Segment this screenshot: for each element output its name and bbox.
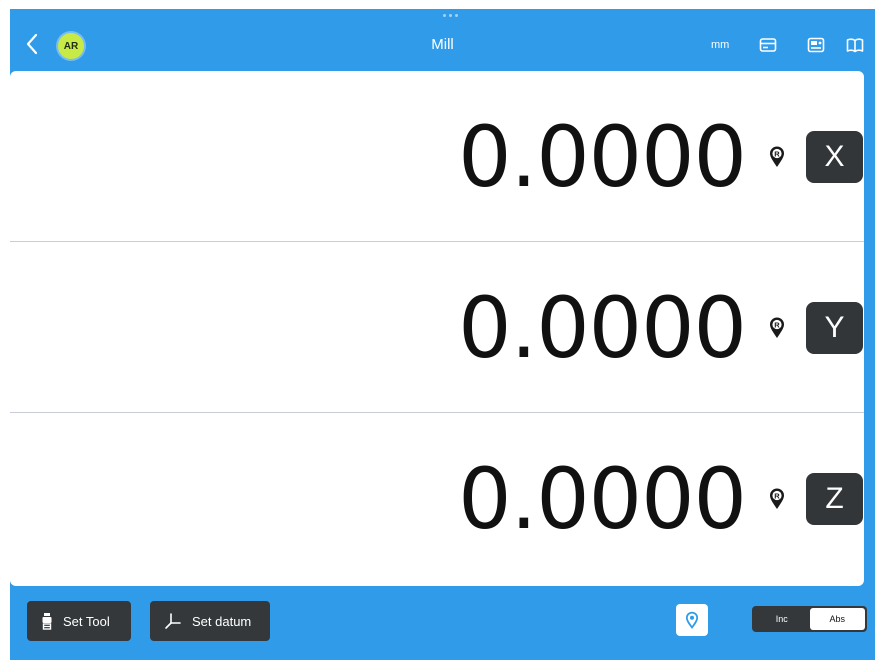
axis-row-z: 0.0000 R Z <box>10 413 864 584</box>
axis-x-value: 0.0000 <box>458 108 747 206</box>
calculator-card-icon[interactable] <box>807 37 825 53</box>
axis-row-x: 0.0000 R X <box>10 71 864 242</box>
page-title: Mill <box>431 36 454 53</box>
inc-abs-toggle[interactable]: Inc Abs <box>752 606 867 632</box>
axis-readout-panel: 0.0000 R X 0.0000 R Y 0.0000 R Z <box>10 71 864 586</box>
inc-option[interactable]: Inc <box>754 608 810 630</box>
tool-icon <box>42 613 52 630</box>
datum-axes-icon <box>165 613 181 629</box>
axis-row-y: 0.0000 R Y <box>10 242 864 413</box>
axis-x-key[interactable]: X <box>806 131 863 183</box>
locate-button[interactable] <box>676 604 708 636</box>
set-tool-label: Set Tool <box>63 613 110 629</box>
top-bar: AR Mill mm <box>10 9 875 71</box>
axis-z-value: 0.0000 <box>458 450 747 548</box>
axis-z-key[interactable]: Z <box>806 473 863 525</box>
svg-text:R: R <box>774 491 780 500</box>
axis-y-key[interactable]: Y <box>806 302 863 354</box>
abs-option[interactable]: Abs <box>809 608 865 630</box>
set-tool-button[interactable]: Set Tool <box>27 601 131 641</box>
reference-marker-icon: R <box>770 317 784 338</box>
unit-toggle[interactable]: mm <box>711 39 729 51</box>
set-datum-button[interactable]: Set datum <box>150 601 270 641</box>
reference-marker-icon: R <box>770 146 784 167</box>
card-icon[interactable] <box>759 37 777 53</box>
app-window: AR Mill mm 0.0000 R X 0.0000 R Y 0.0000 … <box>10 9 875 660</box>
location-pin-icon <box>685 611 699 629</box>
svg-text:R: R <box>774 149 780 158</box>
set-datum-label: Set datum <box>192 613 252 629</box>
manual-book-icon[interactable] <box>846 37 864 53</box>
svg-text:R: R <box>774 320 780 329</box>
reference-marker-icon: R <box>770 488 784 509</box>
axis-y-value: 0.0000 <box>458 279 747 377</box>
